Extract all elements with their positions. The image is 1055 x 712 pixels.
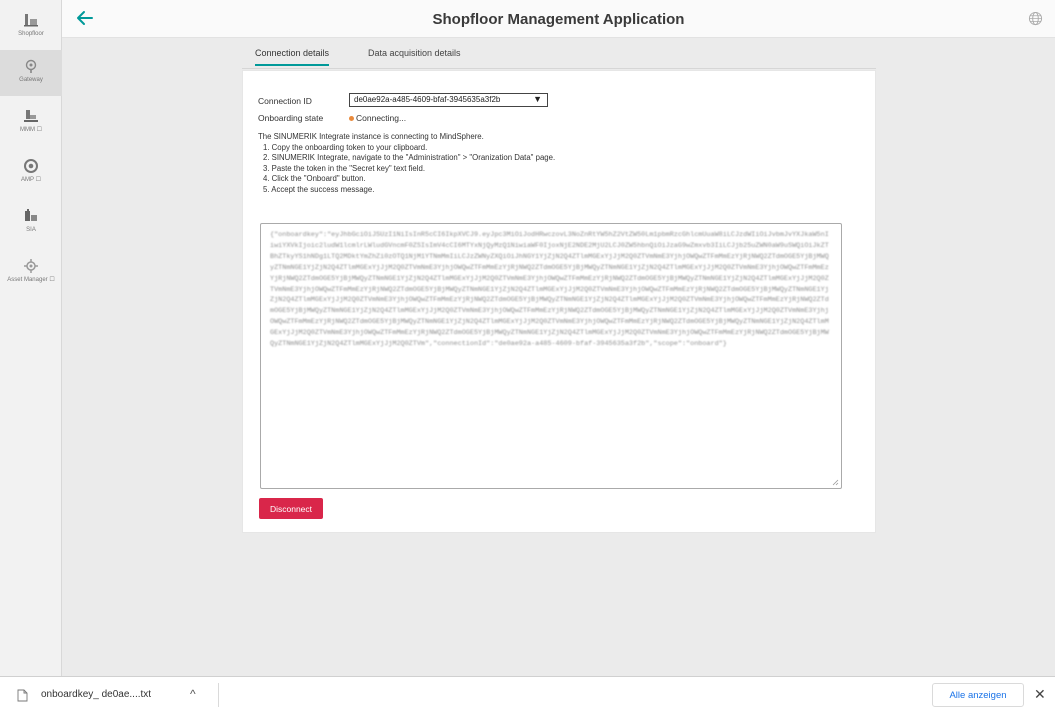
sidebar-item-mmm[interactable]: MMM ☐ <box>0 100 62 146</box>
app-header: Shopfloor Management Application <box>62 0 1055 38</box>
token-text: {"onboardkey":"eyJhbGciOiJSUzI1NiIsInR5c… <box>270 231 829 349</box>
amp-icon <box>24 159 38 173</box>
instructions-intro: The SINUMERIK Integrate instance is conn… <box>258 132 484 141</box>
sidebar-item-label: SIA <box>26 227 36 233</box>
instruction-step: 1. Copy the onboarding token to your cli… <box>263 142 428 152</box>
sidebar-item-label: AMP ☐ <box>21 177 41 183</box>
onboarding-state-value: Connecting... <box>356 113 407 123</box>
instruction-step: 5. Accept the success message. <box>263 184 375 194</box>
gateway-icon <box>25 59 37 73</box>
token-textarea[interactable]: {"onboardkey":"eyJhbGciOiJSUzI1NiIsInR5c… <box>260 223 842 489</box>
page-title: Shopfloor Management Application <box>432 11 685 28</box>
tab-connection-details[interactable]: Connection details <box>255 48 330 66</box>
connection-id-value: de0ae92a-a485-4609-bfaf-3945635a3f2b <box>354 95 501 104</box>
divider <box>218 683 219 707</box>
download-file-name[interactable]: onboardkey_ de0ae....txt <box>41 689 151 700</box>
globe-icon[interactable] <box>1028 11 1043 26</box>
sidebar-item-label: Gateway <box>19 77 43 83</box>
instruction-step: 4. Click the "Onboard" button. <box>263 174 366 184</box>
left-sidebar: Shopfloor Gateway MMM ☐ AMP ☐ SIA Asset … <box>0 0 62 676</box>
onboarding-state-label: Onboarding state <box>258 113 324 123</box>
show-all-button[interactable]: Alle anzeigen <box>932 683 1024 707</box>
instructions-steps: 1. Copy the onboarding token to your cli… <box>258 143 555 196</box>
asset-manager-icon <box>24 259 38 273</box>
sidebar-item-sia[interactable]: SIA <box>0 200 62 246</box>
disconnect-button[interactable]: Disconnect <box>259 498 323 519</box>
onboarding-state-status: Connecting... <box>349 113 406 123</box>
connection-id-label: Connection ID <box>258 96 312 106</box>
tab-bar: Connection details Data acquisition deta… <box>242 45 876 69</box>
mmm-icon <box>24 110 38 122</box>
close-icon[interactable]: ✕ <box>1034 686 1046 703</box>
connection-card: Connection ID de0ae92a-a485-4609-bfaf-39… <box>242 70 876 533</box>
shopfloor-icon <box>24 14 38 27</box>
sidebar-item-label: MMM ☐ <box>19 127 43 133</box>
sidebar-item-shopfloor[interactable]: Shopfloor <box>0 4 62 50</box>
connection-id-select[interactable]: de0ae92a-a485-4609-bfaf-3945635a3f2b ▼ <box>349 93 548 107</box>
sidebar-item-label: Shopfloor <box>18 31 44 37</box>
chevron-down-icon: ▼ <box>533 94 542 104</box>
sidebar-item-label: Asset Manager ☐ <box>7 277 55 283</box>
download-bar: onboardkey_ de0ae....txt ^ Alle anzeigen… <box>0 676 1055 712</box>
sidebar-item-asset-manager[interactable]: Asset Manager ☐ <box>0 250 62 300</box>
instruction-step: 2. SINUMERIK Integrate, navigate to the … <box>263 153 556 163</box>
instruction-step: 3. Paste the token in the "Secret key" t… <box>263 163 425 173</box>
sidebar-item-amp[interactable]: AMP ☐ <box>0 150 62 196</box>
status-dot-icon <box>349 116 354 122</box>
tab-data-acquisition-details[interactable]: Data acquisition details <box>368 48 461 64</box>
resize-handle-icon[interactable] <box>831 478 839 486</box>
sia-icon <box>25 209 37 221</box>
file-icon <box>17 689 28 702</box>
chevron-up-icon[interactable]: ^ <box>190 687 196 701</box>
sidebar-item-gateway[interactable]: Gateway <box>0 50 62 96</box>
onboarding-instructions: The SINUMERIK Integrate instance is conn… <box>258 132 555 196</box>
